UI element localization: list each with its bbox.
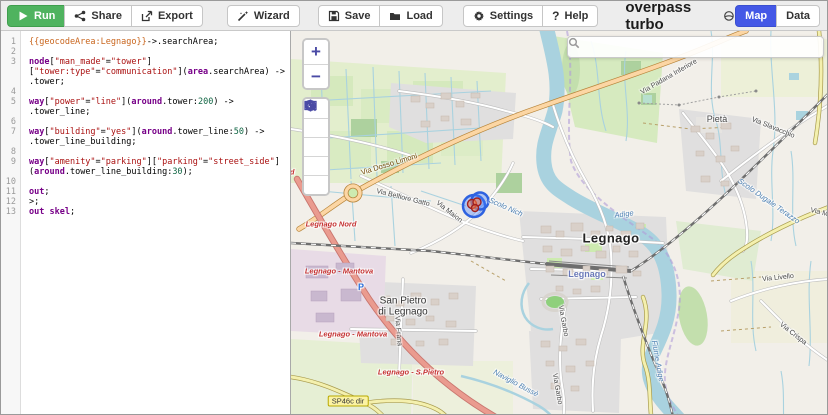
export-icon xyxy=(141,10,153,22)
code-line: 13out skel; xyxy=(1,207,290,217)
code-line: .tower; xyxy=(1,77,290,87)
save-button[interactable]: Save xyxy=(318,5,381,27)
code-line: 8 xyxy=(1,147,290,157)
code-line: (around.tower_line_building:30); xyxy=(1,167,290,177)
floppy-icon xyxy=(328,10,340,22)
page-title: overpass turbo xyxy=(625,0,717,33)
folder-icon xyxy=(389,10,401,22)
code-line: .tower_line_building; xyxy=(1,137,290,147)
share-button[interactable]: Share xyxy=(64,5,132,27)
code-line: ["tower:type"="communication"](area.sear… xyxy=(1,67,290,77)
code-line: 11out; xyxy=(1,187,290,197)
code-line: 2 xyxy=(1,47,290,57)
clear-map-button[interactable] xyxy=(304,175,328,194)
load-button[interactable]: Load xyxy=(379,5,442,27)
code-line: 6 xyxy=(1,117,290,127)
question-icon: ? xyxy=(552,9,559,23)
code-line: 4 xyxy=(1,87,290,97)
geolocate-button[interactable] xyxy=(304,118,328,137)
code-line: 7way["building"="yes"](around.tower_line… xyxy=(1,127,290,137)
map-search-box xyxy=(567,36,824,58)
flags-button[interactable] xyxy=(304,156,328,175)
settings-button[interactable]: Settings xyxy=(463,5,543,27)
help-button[interactable]: ? Help xyxy=(542,5,598,27)
code-line: .tower_line; xyxy=(1,107,290,117)
toolbar: Run Share Export Wizard xyxy=(1,1,827,31)
map-view-button[interactable]: Map xyxy=(735,5,777,27)
code-line: 10 xyxy=(1,177,290,187)
gear-icon xyxy=(473,10,485,22)
play-icon xyxy=(17,10,29,22)
code-line: 5way["power"="line"](around.tower:200) -… xyxy=(1,97,290,107)
query-editor[interactable]: 1{{geocodeArea:Legnago}}->.searchArea;23… xyxy=(1,31,291,415)
code-lines: 1{{geocodeArea:Legnago}}->.searchArea;23… xyxy=(1,31,290,217)
export-button[interactable]: Export xyxy=(131,5,203,27)
run-button[interactable]: Run xyxy=(7,5,65,27)
zoom-out-button[interactable]: − xyxy=(304,64,328,88)
map-canvas[interactable]: LegnagoLegnagoSan Pietrodi LegnagoPietàL… xyxy=(291,31,828,415)
code-line: 9way["amenity"="parking"]["parking"="str… xyxy=(1,157,290,167)
turbo-logo-icon xyxy=(723,9,735,23)
share-icon xyxy=(74,10,86,22)
zoom-in-button[interactable]: + xyxy=(304,40,328,64)
wizard-button[interactable]: Wizard xyxy=(227,5,300,27)
overpass-turbo-window: Run Share Export Wizard xyxy=(0,0,828,415)
no-sign-icon xyxy=(304,99,317,112)
export-image-button[interactable] xyxy=(304,137,328,156)
zoom-control: + − xyxy=(302,38,330,90)
map-tool-control xyxy=(302,97,330,196)
code-line: 12>; xyxy=(1,197,290,207)
magic-wand-icon xyxy=(237,10,249,22)
code-line: 3node["man_made"="tower"] xyxy=(1,57,290,67)
map-tiles xyxy=(291,31,828,415)
search-icon xyxy=(568,37,580,49)
code-line: 1{{geocodeArea:Legnago}}->.searchArea; xyxy=(1,37,290,47)
map-search-input[interactable] xyxy=(574,38,817,56)
data-view-button[interactable]: Data xyxy=(776,5,820,27)
